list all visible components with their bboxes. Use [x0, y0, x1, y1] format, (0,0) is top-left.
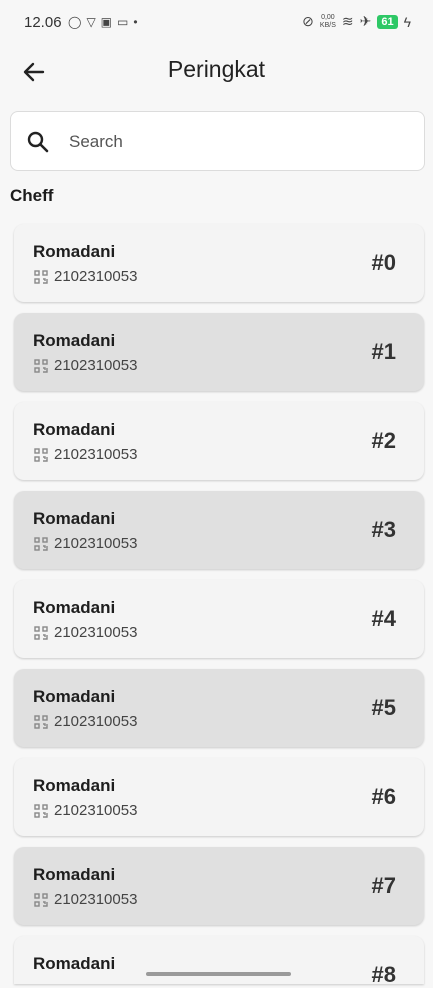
battery-level: 61 — [377, 14, 398, 29]
item-id: 2102310053 — [54, 802, 138, 819]
item-rank: #0 — [371, 250, 396, 275]
home-indicator[interactable] — [146, 972, 291, 976]
app-bar: Peringkat — [0, 44, 433, 100]
item-id: 2102310053 — [54, 891, 138, 908]
charging-icon: ϟ — [403, 13, 411, 30]
qr-code-icon — [34, 714, 48, 729]
item-name: Romadani — [33, 242, 116, 261]
network-speed: 0,00 KB/S — [319, 13, 336, 29]
item-name: Romadani — [33, 954, 116, 973]
item-rank: #3 — [371, 517, 396, 542]
list-item[interactable]: Romadani 2102310053 #2 — [14, 402, 424, 480]
wifi-icon: ≋ — [341, 13, 354, 29]
item-id: 2102310053 — [54, 624, 138, 641]
qr-code-icon — [34, 892, 48, 907]
item-id: 2102310053 — [54, 357, 138, 374]
item-name: Romadani — [33, 331, 116, 350]
item-id: 2102310053 — [54, 535, 138, 552]
qr-code-icon — [34, 358, 48, 373]
search-icon — [27, 131, 49, 153]
qr-code-icon — [34, 447, 48, 462]
search-box[interactable] — [10, 111, 425, 171]
item-id: 2102310053 — [54, 446, 138, 463]
list-item[interactable]: Romadani 2102310053 #3 — [14, 491, 424, 569]
status-bar: 12.06 ◯ ▽ ▣ ▭ • ⊘ 0,00 KB/S ≋ ✈ 61 ϟ — [0, 0, 433, 44]
qr-code-icon — [34, 803, 48, 818]
video-icon: ▭ — [117, 15, 129, 29]
item-rank: #5 — [371, 695, 396, 720]
item-rank: #8 — [371, 962, 396, 987]
list-item[interactable]: Romadani 2102310053 #1 — [14, 313, 424, 391]
list-item[interactable]: Romadani 2102310053 #4 — [14, 580, 424, 658]
section-label: Cheff — [10, 186, 54, 205]
search-input[interactable] — [67, 126, 411, 158]
item-rank: #2 — [371, 428, 396, 453]
status-time: 12.06 — [24, 14, 62, 31]
item-name: Romadani — [33, 598, 116, 617]
dot-icon: • — [133, 15, 138, 29]
qr-code-icon — [34, 269, 48, 284]
item-rank: #6 — [371, 784, 396, 809]
app-icon: ▣ — [100, 15, 113, 29]
item-rank: #4 — [371, 606, 396, 631]
item-name: Romadani — [33, 687, 116, 706]
item-id: 2102310053 — [54, 268, 138, 285]
whatsapp-icon: ◯ — [68, 15, 82, 29]
list-item[interactable]: Romadani #8 — [14, 936, 424, 987]
bell-off-icon: ⊘ — [302, 13, 314, 29]
item-name: Romadani — [33, 776, 116, 795]
qr-code-icon — [34, 625, 48, 640]
shield-icon: ▽ — [86, 15, 96, 29]
item-name: Romadani — [33, 420, 116, 439]
item-rank: #7 — [371, 873, 396, 898]
list-item[interactable]: Romadani 2102310053 #7 — [14, 847, 424, 925]
page-title: Peringkat — [167, 56, 266, 82]
airplane-icon: ✈ — [359, 13, 372, 29]
qr-code-icon — [34, 536, 48, 551]
item-rank: #1 — [371, 339, 396, 364]
list-item[interactable]: Romadani 2102310053 #6 — [14, 758, 424, 836]
list-item[interactable]: Romadani 2102310053 #0 — [14, 224, 424, 302]
item-name: Romadani — [33, 865, 116, 884]
list-item[interactable]: Romadani 2102310053 #5 — [14, 669, 424, 747]
item-name: Romadani — [33, 509, 116, 528]
item-id: 2102310053 — [54, 713, 138, 730]
